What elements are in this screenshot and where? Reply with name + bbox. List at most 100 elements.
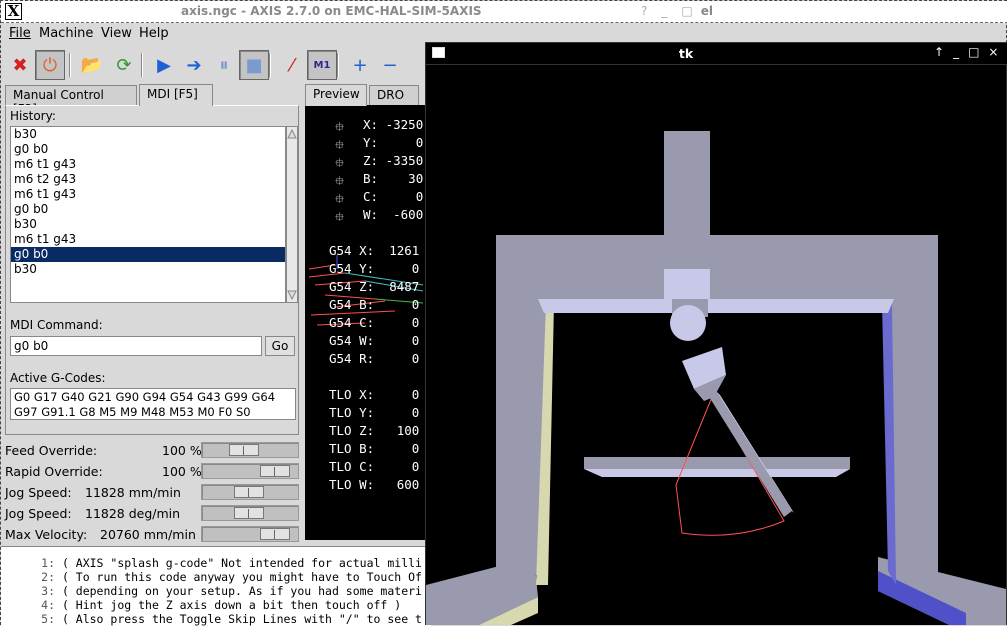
tk-titlebar[interactable]: tk ↑_□× [426,43,1007,65]
history-item[interactable]: b30 [11,127,285,142]
dro-axis: G54 C: [329,315,375,330]
preview-canvas[interactable]: ⯐ X: -3250 ⯐ Y: 0 ⯐ Z: -3350 ⯐ B: 30 ⯐ C: 0 ⯐ W: -6… [305,105,429,540]
step-icon: ➔ [186,54,202,76]
override-slider-thumb[interactable] [229,444,259,456]
dro-value: -3350 [385,153,424,168]
gcode-line: 3: ( depending on your setup. As if you … [1,584,422,598]
zoom-in-button[interactable]: + [345,50,375,80]
tab-manual-control[interactable]: Manual Control [F3] [5,85,137,116]
override-slider-thumb[interactable] [234,486,264,498]
optional-stop-button[interactable]: M1 [307,50,337,80]
power-button[interactable]: ⏻ [35,50,65,80]
raise-icon[interactable]: ↑ [934,45,953,59]
gcode-line-text: ( Hint jog the Z axis down a bit then to… [61,598,402,612]
mdi-panel: History: b30 g0 b0 m6 t1 g43 m6 t2 g43 m6 t1… [5,105,299,435]
override-row: Rapid Override: 100 % [5,462,299,482]
menu-machine-label: Machine [39,26,94,41]
go-button[interactable]: Go [265,336,295,356]
stop-icon: ■ [245,54,263,76]
history-item[interactable]: g0 b0 [11,142,285,157]
dro-line: C: 0 [363,189,423,204]
gcode-text-area[interactable]: 1: ( AXIS "splash g-code" Not intended f… [1,546,431,626]
dro-axis: X: [363,117,379,132]
dro-axis: TLO W: [329,477,375,492]
history-scrollbar[interactable] [286,126,298,303]
dro-value: 0 [381,405,420,420]
history-item[interactable]: m6 t1 g43 [11,187,285,202]
minimize-icon[interactable]: _ [953,45,968,59]
override-label: Max Velocity: [5,527,88,542]
override-slider[interactable] [201,526,299,542]
close-icon[interactable]: × [988,45,1007,59]
menu-machine[interactable]: Machine [39,26,93,41]
history-item[interactable]: m6 t1 g43 [11,157,285,172]
override-row: Jog Speed: 11828 deg/min [5,504,299,524]
toolbar-separator [69,53,71,77]
gcode-line-text: ( Also press the Toggle Skip Lines with … [61,612,422,626]
open-file-button[interactable]: 📂 [77,50,107,80]
override-value: 20760 mm/min [100,527,196,542]
reload-button[interactable]: ⟳ [109,50,139,80]
maximize-icon[interactable]: □ [968,45,988,59]
menu-view[interactable]: View [101,26,132,41]
machine-3d-view[interactable] [426,65,1006,625]
dro-line: X: -3250 [363,117,423,132]
estop-button[interactable]: ✖ [5,50,35,80]
block-delete-button[interactable]: ⁄ [277,50,307,80]
stop-button[interactable]: ■ [239,50,269,80]
history-list[interactable]: b30 g0 b0 m6 t1 g43 m6 t2 g43 m6 t1 g43 g0 b0… [10,126,286,303]
gcode-line-text: ( depending on your setup. As if you had… [61,584,422,598]
override-slider-thumb[interactable] [234,507,264,519]
mdi-command-label: MDI Command: [10,318,103,332]
override-slider[interactable] [201,505,299,521]
dro-value: 0 [381,351,420,366]
dro-line: TLO C: 0 [329,459,419,474]
gcodes-line: G0 G17 G40 G21 G90 G94 G54 G43 G99 G64 [14,390,276,404]
menu-help[interactable]: Help [139,26,169,41]
mdi-command-input[interactable]: g0 b0 [10,336,262,356]
history-item[interactable]: b30 [11,262,285,277]
gcode-line: 5: ( Also press the Toggle Skip Lines wi… [1,612,422,626]
dro-value: 0 [381,261,420,276]
dro-line: G54 X: 1261 [329,243,419,258]
override-slider[interactable] [201,484,299,500]
history-item[interactable]: g0 b0 [11,202,285,217]
gcodes-line: G97 G91.1 G8 M5 M9 M48 M53 M0 F0 S0 [14,405,251,419]
dro-axis: G54 B: [329,297,375,312]
history-item[interactable]: b30 [11,217,285,232]
tab-mdi[interactable]: MDI [F5] [139,84,213,106]
dro-axis: TLO C: [329,459,375,474]
block-delete-icon: ⁄ [290,54,294,76]
step-button[interactable]: ➔ [179,50,209,80]
dro-axis: G54 X: [329,243,375,258]
history-item[interactable]: g0 b0 [11,247,285,262]
dro-value: 1261 [381,243,420,258]
dro-value: 8487 [381,279,420,294]
dro-axis: TLO B: [329,441,375,456]
axis-titlebar[interactable]: X axis.ngc - AXIS 2.7.0 on EMC-HAL-SIM-5… [1,1,1007,23]
dro-axis: TLO Z: [329,423,375,438]
dro-axis: TLO Y: [329,405,375,420]
override-value: 11828 deg/min [85,506,181,521]
history-item[interactable]: m6 t1 g43 [11,232,285,247]
right-notebook-tabs: Preview DRO [305,84,427,106]
right-column [888,279,938,575]
override-slider[interactable] [201,463,299,479]
minimize-icon[interactable]: _ [661,4,681,18]
zoom-out-button[interactable]: − [375,50,405,80]
dro-line: G54 B: 0 [329,297,419,312]
tab-dro[interactable]: DRO [369,85,419,106]
history-item[interactable]: m6 t2 g43 [11,172,285,187]
tab-preview[interactable]: Preview [305,84,367,106]
toolbar: ✖ ⏻ 📂 ⟳ ▶ ➔ ⏸ ■ ⁄ M1 + − [1,47,431,83]
override-slider-thumb[interactable] [260,528,290,540]
menu-file[interactable]: File [9,26,31,41]
pause-button[interactable]: ⏸ [209,50,239,80]
gcode-line: 4: ( Hint jog the Z axis down a bit then… [1,598,401,612]
override-slider-thumb[interactable] [260,465,290,477]
override-slider[interactable] [201,442,299,458]
reload-icon: ⟳ [116,54,132,76]
override-value: 11828 mm/min [85,485,181,500]
help-icon[interactable]: ? [641,4,661,18]
run-button[interactable]: ▶ [149,50,179,80]
